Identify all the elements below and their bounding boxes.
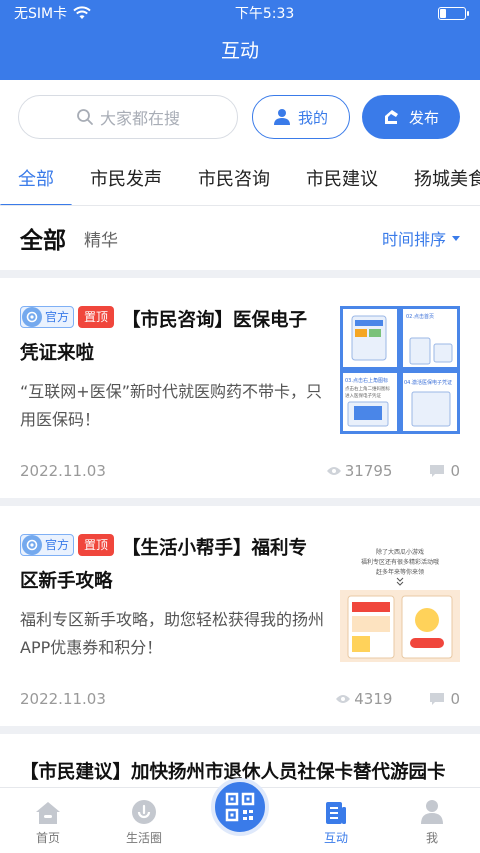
nav-life-circle-label: 生活圈 <box>125 831 162 845</box>
header: 无SIM卡 下午5:33 互动 <box>0 0 480 80</box>
tab-citizen-voice[interactable]: 市民发声 <box>72 155 180 205</box>
tab-all[interactable]: 全部 <box>0 155 72 205</box>
nav-life-circle[interactable]: 生活圈 <box>96 788 192 853</box>
divider <box>0 726 480 734</box>
official-badge: 官方 <box>20 534 75 556</box>
sort-dropdown[interactable]: 时间排序 <box>382 226 460 250</box>
battery-icon <box>438 6 469 20</box>
life-circle-icon <box>132 800 156 824</box>
scan-button[interactable] <box>211 778 269 836</box>
post-button[interactable]: 发布 <box>362 95 460 139</box>
category-tabs: 全部 市民发声 市民咨询 市民建议 扬城美食 <box>0 154 480 206</box>
status-bar: 无SIM卡 下午5:33 <box>0 0 480 26</box>
clock-text: 下午5:33 <box>234 6 295 22</box>
tab-citizen-consult[interactable]: 市民咨询 <box>180 155 288 205</box>
carrier-text: 无SIM卡 <box>14 6 68 22</box>
thumb-text: 04.激活医保电子凭证 <box>404 379 452 386</box>
post-card[interactable]: 官方 置顶 【市民咨询】医保电子凭证来啦 “互联网+医保”新时代就医购药不带卡，… <box>0 278 480 498</box>
nav-interaction[interactable]: 互动 <box>288 788 384 853</box>
post-button-label: 发布 <box>408 108 439 127</box>
post-title-block: 官方 置顶 【生活小帮手】福利专区新手攻略 <box>20 532 324 598</box>
search-input[interactable]: 大家都在搜 <box>18 95 238 139</box>
eye-icon <box>326 467 341 475</box>
official-badge: 官方 <box>20 306 75 328</box>
comment-count: 0 <box>430 462 460 480</box>
thumb-text: 03.点击右上角图标 <box>345 377 388 384</box>
post-title-block: 官方 置顶 【市民咨询】医保电子凭证来啦 <box>20 304 324 370</box>
user-icon <box>421 800 443 824</box>
page-title: 互动 <box>220 40 259 62</box>
bottom-nav: 首页 生活圈 互动 我 <box>0 778 480 853</box>
interaction-icon <box>326 802 346 824</box>
nav-home-label: 首页 <box>35 831 60 845</box>
official-icon <box>22 307 42 327</box>
comment-count: 0 <box>430 690 460 708</box>
nav-home[interactable]: 首页 <box>0 788 96 853</box>
post-meta: 2022.11.03 4319 0 <box>20 690 460 708</box>
comment-icon <box>430 464 445 477</box>
search-placeholder: 大家都在搜 <box>99 109 180 128</box>
filter-best[interactable]: 精华 <box>84 226 118 251</box>
divider <box>0 498 480 506</box>
home-icon <box>36 802 60 824</box>
post-thumbnail: 除了大西瓜小游戏 福利专区还有很多精彩活动哦 赶多年来等你来领 <box>340 534 460 662</box>
pinned-badge: 置顶 <box>78 306 115 328</box>
user-icon <box>273 109 290 125</box>
post-meta: 2022.11.03 31795 0 <box>20 462 460 480</box>
official-icon <box>22 535 42 555</box>
view-count: 31795 <box>326 462 392 480</box>
nav-me-label: 我 <box>425 831 438 845</box>
post-description: “互联网+医保”新时代就医购药不带卡，只用医保码！ <box>20 382 322 429</box>
nav-me[interactable]: 我 <box>384 788 480 853</box>
filter-bar: 全部 精华 时间排序 <box>0 206 480 270</box>
thumb-text: 进入医保电子凭证 <box>345 392 381 399</box>
eye-icon <box>336 695 351 703</box>
nav-scan[interactable] <box>192 778 288 853</box>
post-card[interactable]: 官方 置顶 【生活小帮手】福利专区新手攻略 福利专区新手攻略，助您轻松获得我的扬… <box>0 506 480 726</box>
comment-icon <box>430 692 445 705</box>
thumb-text: 点击右上角二维码图标 <box>345 385 390 392</box>
thumb-text: 福利专区还有很多精彩活动哦 <box>361 558 439 566</box>
filter-all[interactable]: 全部 <box>20 221 66 255</box>
mine-button-label: 我的 <box>297 108 328 127</box>
toolbar: 大家都在搜 我的 发布 <box>0 80 480 154</box>
post-description: 福利专区新手攻略，助您轻松获得我的扬州APP优惠券和积分！ <box>20 610 325 657</box>
thumb-text: 02.点击首页 <box>406 313 434 320</box>
divider <box>0 270 480 278</box>
thumb-text: 赶多年来等你来领 <box>376 568 424 576</box>
qr-scan-icon <box>225 792 255 822</box>
post-date: 2022.11.03 <box>20 462 106 480</box>
view-count: 4319 <box>336 690 392 708</box>
post-thumbnail: 02.点击首页 03.点击右上角图标 点击右上角二维码图标 进入医保电子凭证 0… <box>340 306 460 434</box>
caret-down-icon <box>452 235 460 241</box>
thumb-text: 除了大西瓜小游戏 <box>376 548 424 556</box>
tab-citizen-suggestion[interactable]: 市民建议 <box>288 155 396 205</box>
post-edit-icon <box>384 110 398 124</box>
wifi-icon <box>73 6 91 19</box>
sort-label: 时间排序 <box>381 230 446 249</box>
pinned-badge: 置顶 <box>78 534 115 556</box>
search-icon <box>77 109 93 125</box>
nav-interaction-label: 互动 <box>323 831 348 845</box>
post-date: 2022.11.03 <box>20 690 106 708</box>
mine-button[interactable]: 我的 <box>252 95 350 139</box>
tab-yangcheng-food[interactable]: 扬城美食 <box>396 155 480 205</box>
